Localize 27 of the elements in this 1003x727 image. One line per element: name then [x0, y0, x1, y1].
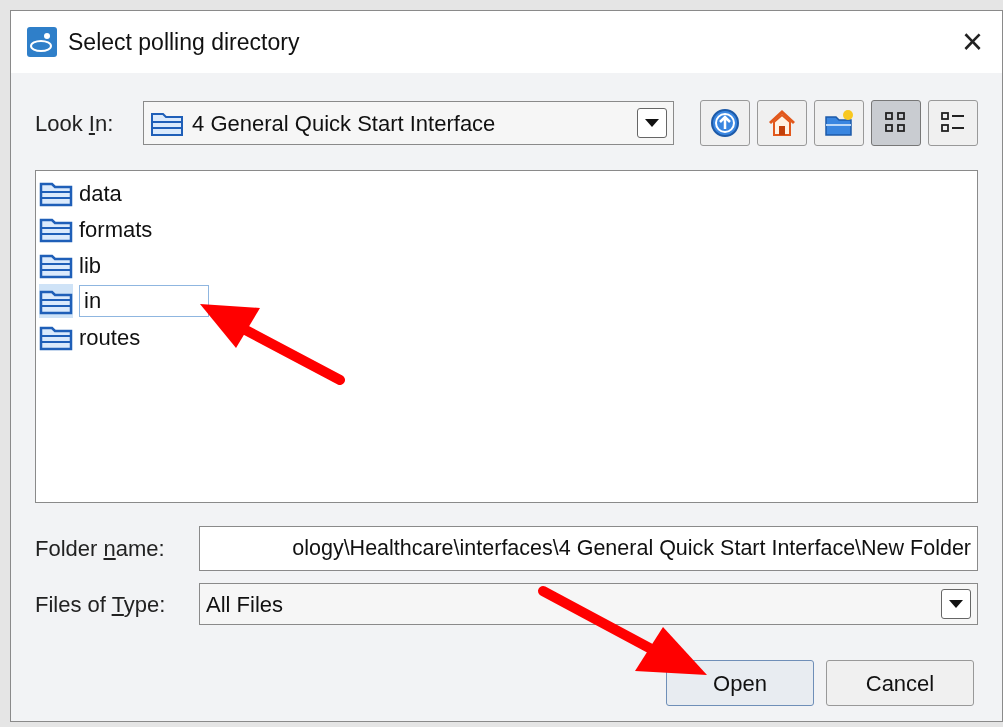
files-of-type-dropdown[interactable]: All Files [199, 583, 978, 625]
rename-field[interactable]: in [79, 285, 209, 317]
close-button[interactable]: × [957, 24, 987, 60]
dialog-button[interactable]: Cancel [826, 660, 974, 706]
folder-name-label: Folder name: [35, 535, 166, 563]
new-folder-icon [824, 108, 854, 138]
files-of-type-value: All Files [206, 590, 285, 619]
look-in-label: Look In: [35, 109, 115, 138]
folder-name-field[interactable]: ology\Healthcare\interfaces\4 General Quick Start Interface\New Folder [199, 526, 978, 571]
files-of-type-label: Files of Type: [35, 590, 167, 619]
dropdown-caret-icon[interactable] [941, 589, 971, 619]
folder-name[interactable]: lib [79, 248, 101, 282]
look-in-value: 4 General Quick Start Interface [192, 109, 497, 138]
list-view-button[interactable] [871, 100, 921, 146]
look-in-dropdown[interactable]: 4 General Quick Start Interface [143, 101, 674, 145]
home-button[interactable] [757, 100, 807, 146]
up-arrow-button[interactable] [700, 100, 750, 146]
folder-name[interactable]: formats [79, 212, 153, 246]
folder-name[interactable]: routes [79, 320, 141, 354]
home-icon [767, 108, 797, 138]
folder-name[interactable]: data [79, 176, 122, 210]
dialog-button[interactable]: Open [666, 660, 814, 706]
app-icon [26, 26, 58, 58]
details-view-button[interactable] [928, 100, 978, 146]
window-title: Select polling directory [68, 27, 300, 57]
new-folder-button[interactable] [814, 100, 864, 146]
dropdown-caret-icon[interactable] [637, 108, 667, 138]
